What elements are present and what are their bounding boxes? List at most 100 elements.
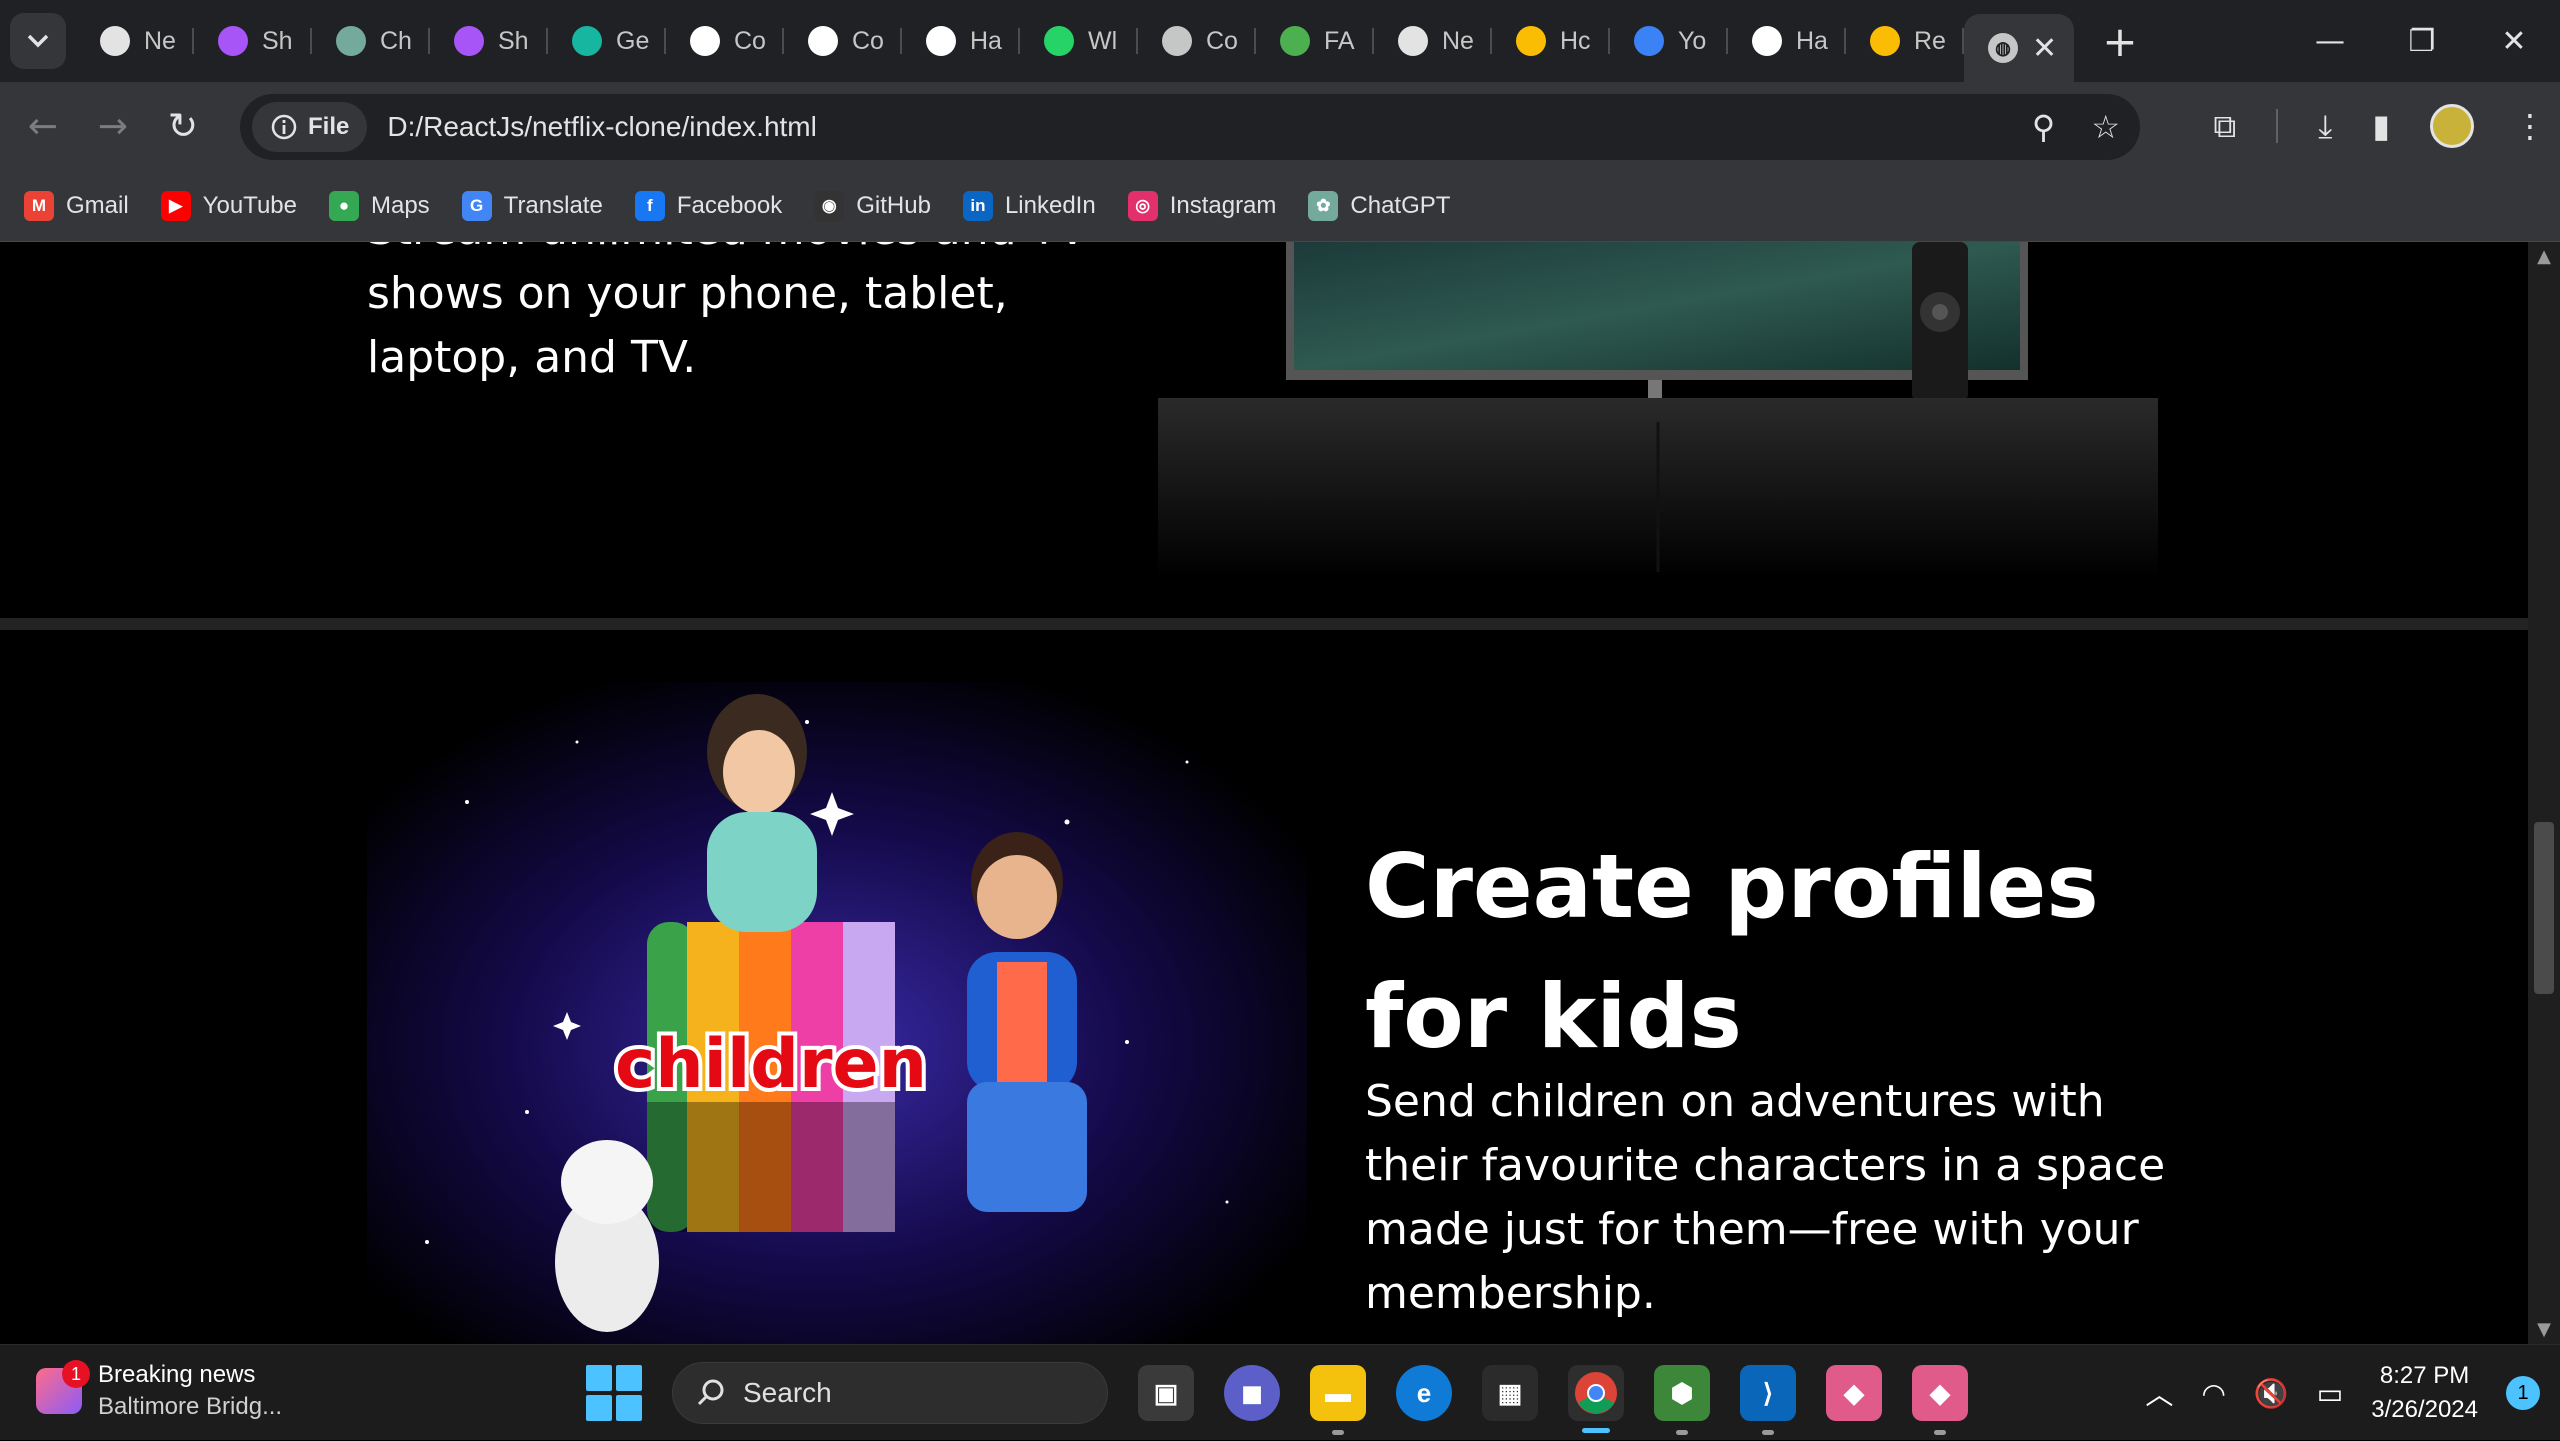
start-button[interactable] <box>586 1365 642 1421</box>
tab-11[interactable]: Ne <box>1374 0 1492 82</box>
close-tab-icon[interactable]: ✕ <box>2032 31 2057 66</box>
profile-avatar[interactable] <box>2430 104 2474 148</box>
git-gui-icon[interactable]: ◆ <box>1912 1365 1968 1435</box>
bookmark-star-icon[interactable]: ☆ <box>2091 108 2120 146</box>
taskbar-search[interactable]: Search <box>672 1362 1108 1424</box>
wifi-icon[interactable]: ◠ <box>2201 1377 2225 1410</box>
task-view-icon[interactable]: ▣ <box>1138 1365 1194 1421</box>
tab-7[interactable]: Ha <box>902 0 1020 82</box>
whatsapp-icon <box>1044 26 1074 56</box>
tab-14[interactable]: Ha <box>1728 0 1846 82</box>
chrome-taskbar-icon[interactable] <box>1568 1365 1624 1433</box>
chatgpt-icon <box>336 26 366 56</box>
tab-2[interactable]: Ch <box>312 0 430 82</box>
system-tray: ︿ ◠ 🔇 ▭ 8:27 PM 3/26/2024 1 <box>2145 1345 2560 1441</box>
tab-12[interactable]: Hc <box>1492 0 1610 82</box>
close-window-button[interactable]: ✕ <box>2468 0 2560 82</box>
bookmark-translate[interactable]: G Translate <box>461 190 603 221</box>
news-widget[interactable]: 1 Breaking news Baltimore Bridg... <box>36 1359 282 1423</box>
tv-image <box>1158 242 2158 578</box>
scrollbar-thumb[interactable] <box>2534 822 2554 994</box>
tab-label: Sh <box>498 26 529 55</box>
tab-search-button[interactable] <box>10 13 66 69</box>
address-bar[interactable]: File D:/ReactJs/netflix-clone/index.html… <box>240 94 2140 160</box>
bookmark-label: GitHub <box>856 191 931 219</box>
chrome-icon <box>1575 1372 1617 1414</box>
clock-date: 3/26/2024 <box>2371 1396 2478 1423</box>
bookmark-linkedin[interactable]: in LinkedIn <box>962 190 1096 221</box>
tab-active[interactable]: ◍ ✕ <box>1964 14 2074 82</box>
bookmark-label: Translate <box>503 191 603 219</box>
side-panel-icon[interactable]: ▮ <box>2372 107 2390 145</box>
tab-0[interactable]: Ne <box>76 0 194 82</box>
clock[interactable]: 8:27 PM 3/26/2024 <box>2371 1359 2478 1427</box>
bookmark-facebook[interactable]: f Facebook <box>634 190 782 221</box>
toolbar-separator <box>2276 109 2279 143</box>
tab-label: FA <box>1324 26 1355 55</box>
tab-9[interactable]: Co <box>1138 0 1256 82</box>
new-tab-button[interactable]: + <box>2090 11 2150 71</box>
bookmark-youtube[interactable]: ▶ YouTube <box>160 190 297 221</box>
r-icon <box>1634 26 1664 56</box>
gemini-icon <box>572 26 602 56</box>
tab-10[interactable]: FA <box>1256 0 1374 82</box>
tab-3[interactable]: Sh <box>430 0 548 82</box>
scroll-down-icon[interactable]: ▼ <box>2528 1319 2560 1340</box>
tray-chevron-icon[interactable]: ︿ <box>2145 1373 2173 1413</box>
extensions-icon[interactable]: ⧉ <box>2213 107 2236 146</box>
zoom-icon[interactable]: ⚲ <box>2032 108 2055 146</box>
chat-icon[interactable]: ◼ <box>1224 1365 1280 1421</box>
edge-icon[interactable]: e <box>1396 1365 1452 1421</box>
hashnode-icon <box>808 26 838 56</box>
restore-button[interactable]: ❐ <box>2376 0 2468 82</box>
volume-muted-icon[interactable]: 🔇 <box>2254 1377 2289 1410</box>
tab-label: Sh <box>262 26 293 55</box>
globe-icon <box>1162 26 1192 56</box>
chatgpt-icon: ✿ <box>1308 190 1339 221</box>
facebook-icon: f <box>634 190 665 221</box>
github-icon <box>1752 26 1782 56</box>
downloads-icon[interactable]: ⤓ <box>2318 107 2332 146</box>
tab-4[interactable]: Ge <box>548 0 666 82</box>
bookmark-gmail[interactable]: M Gmail <box>24 190 129 221</box>
tab-8[interactable]: Wl <box>1020 0 1138 82</box>
page-scrollbar[interactable]: ▲ ▼ <box>2528 242 2560 1344</box>
store-icon[interactable]: ▦ <box>1482 1365 1538 1421</box>
kids-section-title: Create profiles for kids <box>1365 835 2099 1068</box>
bookmark-github[interactable]: ◉ GitHub <box>814 190 931 221</box>
bookmark-instagram[interactable]: ◎ Instagram <box>1127 190 1276 221</box>
instagram-icon: ◎ <box>1127 190 1158 221</box>
tab-6[interactable]: Co <box>784 0 902 82</box>
notification-badge[interactable]: 1 <box>2506 1376 2540 1410</box>
nodejs-icon[interactable]: ⬢ <box>1654 1365 1710 1435</box>
tab-13[interactable]: Yo <box>1610 0 1728 82</box>
tab-label: Ne <box>144 26 176 55</box>
bookmark-maps[interactable]: ● Maps <box>328 190 430 221</box>
reload-button[interactable]: ↻ <box>148 91 218 161</box>
tab-5[interactable]: Co <box>666 0 784 82</box>
globe-icon: ◍ <box>1988 33 2018 63</box>
bookmark-chatgpt[interactable]: ✿ ChatGPT <box>1308 190 1450 221</box>
tab-label: Ge <box>616 26 650 55</box>
back-button[interactable]: ← <box>8 91 78 161</box>
url-text[interactable]: D:/ReactJs/netflix-clone/index.html <box>387 111 817 143</box>
tab-1[interactable]: Sh <box>194 0 312 82</box>
file-explorer-icon[interactable]: ▬ <box>1310 1365 1366 1435</box>
minimize-button[interactable]: — <box>2284 0 2376 82</box>
page-viewport: Stream unlimited movies and TV shows on … <box>0 242 2528 1344</box>
site-info-chip[interactable]: File <box>252 102 368 152</box>
vscode-icon[interactable]: ⟩ <box>1740 1365 1796 1435</box>
menu-icon[interactable]: ⋮ <box>2514 107 2546 145</box>
git-icon[interactable]: ◆ <box>1826 1365 1882 1421</box>
kids-image: children <box>367 682 1307 1344</box>
battery-icon[interactable]: ▭ <box>2317 1377 2343 1410</box>
tab-15[interactable]: Re <box>1846 0 1964 82</box>
forward-button[interactable]: → <box>78 91 148 161</box>
children-label: children <box>615 1025 927 1104</box>
scroll-up-icon[interactable]: ▲ <box>2528 246 2560 267</box>
tab-label: Ne <box>1442 26 1474 55</box>
bookmark-label: LinkedIn <box>1004 191 1096 219</box>
clock-time: 8:27 PM <box>2379 1362 2470 1389</box>
tab-list: Ne Sh Ch Sh Ge Co Co Ha Wl Co FA Ne Hc Yo Ha Re <box>76 0 1964 82</box>
linkedin-icon: in <box>962 190 993 221</box>
